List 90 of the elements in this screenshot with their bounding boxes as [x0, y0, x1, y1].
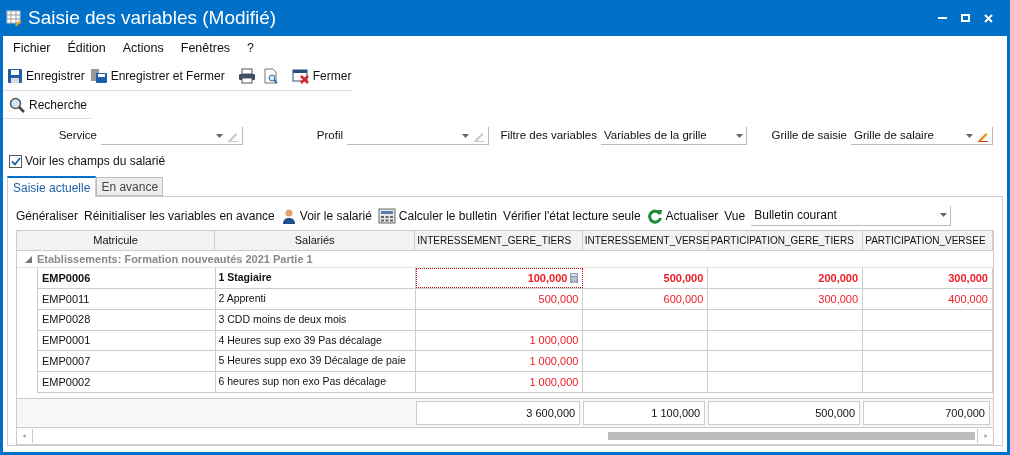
- table-cell: 1 Stagiaire: [215, 268, 416, 289]
- toolbar-button[interactable]: Enregistrer et Fermer: [88, 63, 226, 88]
- search-icon: [9, 96, 26, 113]
- table-row[interactable]: EMP0028 3 CDD moins de deux mois: [37, 309, 993, 331]
- filter-label: Profil: [315, 128, 344, 144]
- window-title: Saisie des variables (Modifié): [28, 5, 277, 30]
- table-cell: EMP0002: [37, 372, 216, 392]
- table-cell: 1 000,000: [415, 372, 584, 392]
- table-cell: 600,000: [583, 289, 709, 309]
- column-header[interactable]: Salariés: [215, 231, 416, 250]
- menu-item[interactable]: ?: [247, 38, 255, 58]
- toolbar-button[interactable]: Enregistrer: [6, 63, 86, 88]
- action-button[interactable]: Voir le salarié: [280, 206, 372, 225]
- print-preview-icon[interactable]: [262, 67, 279, 84]
- table-row[interactable]: EMP0006 1 Stagiaire 100,000 500,000 200,000 300,000: [37, 268, 993, 290]
- table-cell: 2 Apprenti: [215, 289, 416, 309]
- table-cell: 1 000,000: [415, 330, 584, 351]
- floppy-disk-icon: [89, 67, 108, 84]
- dropdown-caret-icon[interactable]: [966, 133, 973, 138]
- view-dropdown[interactable]: Bulletin courant: [751, 205, 952, 226]
- table-row[interactable]: EMP0001 4 Heures sup exo 39 Pas décalage 1 000,000: [37, 330, 993, 352]
- table-cell: 6 heures sup non exo Pas décalage: [215, 372, 416, 392]
- table-cell: EMP0006: [37, 268, 216, 289]
- table-cell: 4 Heures sup exo 39 Pas décalage: [215, 330, 416, 351]
- table-cell: 200,000: [708, 268, 864, 289]
- action-button[interactable]: Généraliser: [16, 206, 79, 225]
- total-cell: 1 100,000: [583, 400, 706, 425]
- dropdown-caret-icon[interactable]: [216, 133, 223, 138]
- column-header[interactable]: INTERESSEMENT_VERSE: [582, 231, 709, 250]
- action-button[interactable]: Réinitialiser les variables en avance: [84, 206, 275, 225]
- table-cell: 100,000: [415, 268, 584, 289]
- column-header[interactable]: PARTICIPATION_VERSEE: [863, 231, 993, 250]
- filter-label: Service: [57, 128, 98, 144]
- total-cell: 700,000: [863, 400, 990, 425]
- filter-label: Filtre des variables: [499, 128, 598, 144]
- menu-item[interactable]: Fenêtres: [180, 38, 231, 58]
- dropdown-field[interactable]: Grille de salaire: [851, 127, 993, 145]
- menu-item[interactable]: Actions: [122, 38, 164, 58]
- table-cell: EMP0028: [37, 309, 216, 330]
- dropdown-field[interactable]: Variables de la grille: [601, 127, 747, 145]
- checkbox[interactable]: [9, 154, 22, 168]
- table-cell: 300,000: [708, 289, 864, 309]
- refresh-icon: [646, 207, 663, 224]
- calculator-icon[interactable]: [570, 273, 579, 284]
- table-cell: 500,000: [415, 289, 584, 309]
- action-button[interactable]: Actualiser: [646, 206, 719, 225]
- column-header[interactable]: Matricule: [17, 231, 216, 250]
- table-cell: EMP0011: [37, 289, 216, 309]
- dropdown-caret-icon[interactable]: [462, 133, 469, 138]
- calculator-icon: [377, 207, 396, 224]
- check-icon: [10, 156, 21, 166]
- view-label: Vue: [724, 207, 746, 225]
- dropdown-caret-icon[interactable]: [736, 133, 743, 138]
- scrollbar-thumb[interactable]: [608, 432, 975, 441]
- action-button[interactable]: Vérifier l'état lecture seule: [502, 206, 641, 225]
- total-cell: 3 600,000: [415, 400, 581, 425]
- close-window-icon: [291, 67, 310, 84]
- table-cell: 3 CDD moins de deux mois: [215, 309, 416, 330]
- column-header[interactable]: PARTICIPATION_GERE_TIERS: [708, 231, 864, 250]
- maximize-icon[interactable]: [961, 14, 970, 22]
- action-button[interactable]: Calculer le bulletin: [377, 206, 497, 225]
- dropdown-caret-icon[interactable]: [940, 213, 948, 217]
- menu-item[interactable]: Fichier: [13, 38, 51, 58]
- close-icon[interactable]: [984, 13, 993, 23]
- table-row[interactable]: EMP0002 6 heures sup non exo Pas décalage 1 000,000: [37, 372, 993, 393]
- dropdown-field[interactable]: [101, 127, 243, 145]
- tab[interactable]: Saisie actuelle: [7, 176, 97, 197]
- table-cell: 1 000,000: [415, 351, 584, 371]
- table-cell: 300,000: [863, 268, 993, 289]
- grid-edit-icon: [6, 10, 22, 26]
- table-cell: 5 Heures supp exo 39 Décalage de paie: [215, 351, 416, 371]
- column-header[interactable]: INTERESSEMENT_GERE_TIERS: [415, 231, 583, 250]
- person-icon: [280, 207, 297, 224]
- table-row[interactable]: EMP0011 2 Apprenti 500,000 600,000 300,000 400,000: [37, 289, 993, 310]
- table-cell: 400,000: [863, 289, 993, 309]
- checkbox-label: Voir les champs du salarié: [25, 153, 166, 170]
- table-cell: 500,000: [583, 268, 709, 289]
- printer-icon[interactable]: [237, 67, 256, 84]
- toolbar-button[interactable]: Fermer: [290, 63, 353, 88]
- table-row[interactable]: EMP0007 5 Heures supp exo 39 Décalage de paie 1 000,000: [37, 351, 993, 372]
- total-cell: 500,000: [708, 400, 860, 425]
- filter-label: Grille de saisie: [770, 128, 848, 144]
- expand-triangle-icon[interactable]: [25, 255, 32, 263]
- table-cell: EMP0007: [37, 351, 216, 371]
- search-button[interactable]: Recherche: [9, 95, 88, 114]
- menu-item[interactable]: Édition: [67, 38, 106, 58]
- dropdown-field[interactable]: [347, 127, 489, 145]
- table-cell: EMP0001: [37, 330, 216, 351]
- group-header: Etablissements: Formation nouveautés 2021 Partie 1: [37, 251, 313, 267]
- tab[interactable]: En avance: [96, 177, 164, 196]
